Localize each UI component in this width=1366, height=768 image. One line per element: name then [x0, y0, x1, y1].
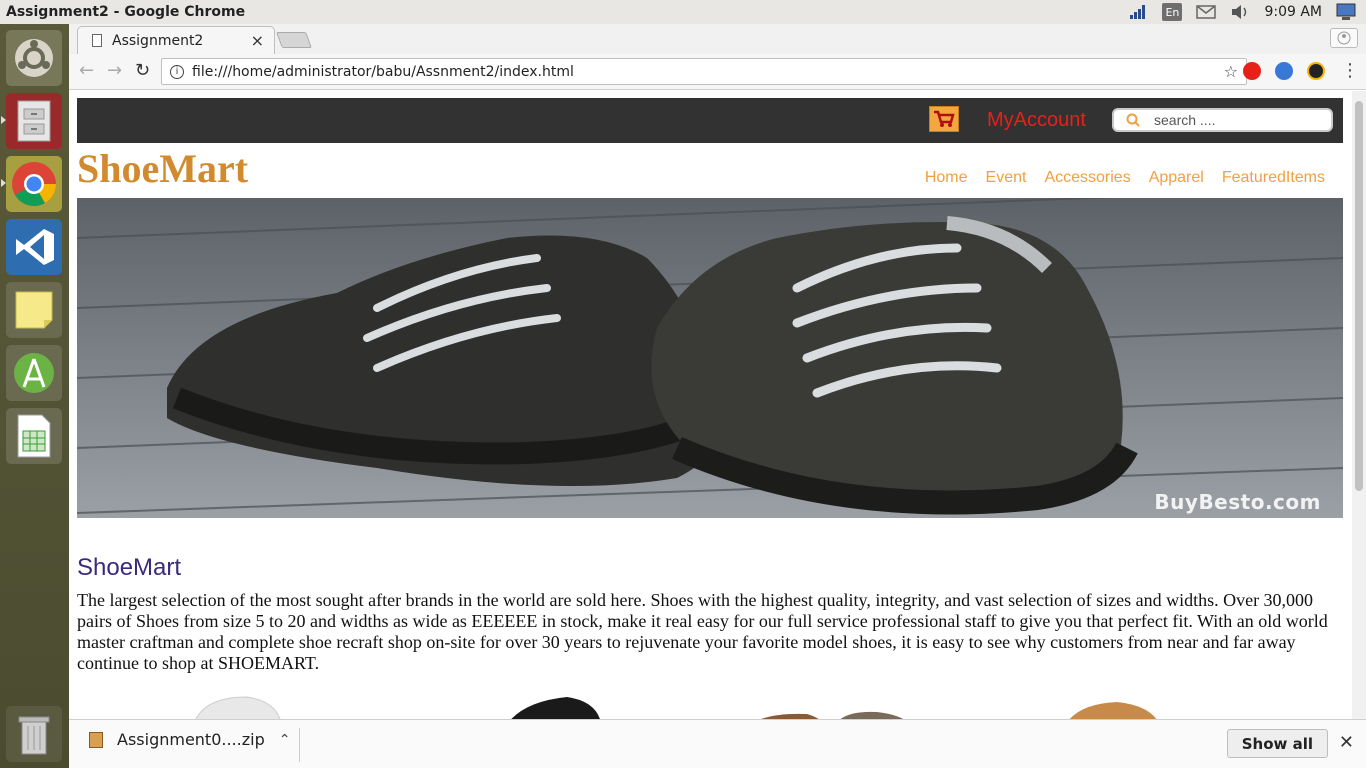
sticky-notes-icon[interactable] — [6, 282, 62, 338]
browser-window: Assignment2 × ← → ↻ i file:///home/admin… — [69, 24, 1366, 768]
cart-icon — [934, 110, 955, 127]
search-input[interactable] — [1154, 112, 1324, 128]
show-all-button[interactable]: Show all — [1226, 729, 1328, 758]
search-box[interactable] — [1112, 108, 1333, 132]
volume-icon[interactable] — [1230, 4, 1250, 20]
cart-button[interactable] — [929, 106, 959, 132]
os-top-bar: Assignment2 - Google Chrome En 9:09 AM — [0, 0, 1366, 24]
dash-home-icon[interactable] — [6, 30, 62, 86]
profile-button[interactable] — [1330, 28, 1358, 48]
tab-strip: Assignment2 × — [69, 24, 1366, 54]
nav-home[interactable]: Home — [925, 169, 968, 187]
tab-assignment2[interactable]: Assignment2 × — [77, 26, 275, 54]
chrome-icon[interactable] — [6, 156, 62, 212]
nav-event[interactable]: Event — [986, 169, 1027, 187]
bookmark-star-icon[interactable]: ☆ — [1224, 62, 1238, 81]
divider — [299, 728, 300, 762]
document-icon — [92, 34, 102, 47]
menu-icon[interactable]: ⋮ — [1341, 60, 1359, 81]
page-viewport: MyAccount ShoeMart Home Event Accessorie… — [69, 91, 1352, 719]
nav-featured-items[interactable]: FeaturedItems — [1222, 169, 1325, 187]
search-extension-icon[interactable] — [1275, 62, 1293, 80]
new-tab-button[interactable] — [276, 32, 312, 48]
clock[interactable]: 9:09 AM — [1264, 4, 1322, 20]
close-tab-icon[interactable]: × — [251, 31, 264, 50]
mail-icon[interactable] — [1196, 4, 1217, 20]
browser-toolbar: ← → ↻ i file:///home/administrator/babu/… — [69, 54, 1366, 90]
hero-watermark: BuyBesto.com — [1154, 490, 1321, 514]
vscode-icon[interactable] — [6, 219, 62, 275]
product-white-shoe[interactable] — [187, 692, 287, 719]
forward-icon[interactable]: → — [107, 60, 122, 81]
launcher — [0, 24, 69, 768]
system-tray: En 9:09 AM — [1128, 3, 1366, 21]
my-account-link[interactable]: MyAccount — [987, 109, 1086, 132]
close-download-bar-icon[interactable]: ✕ — [1339, 732, 1354, 753]
trash-icon[interactable] — [6, 706, 62, 762]
android-studio-icon[interactable] — [6, 345, 62, 401]
url-text[interactable]: file:///home/administrator/babu/Assnment… — [192, 64, 574, 80]
site-logo[interactable]: ShoeMart — [77, 145, 248, 192]
shoemart-page: MyAccount ShoeMart Home Event Accessorie… — [77, 98, 1343, 719]
search-icon — [1126, 113, 1140, 127]
site-info-icon[interactable]: i — [170, 64, 184, 79]
spreadsheet-icon[interactable] — [6, 408, 62, 464]
network-icon[interactable] — [1128, 4, 1148, 20]
section-title: ShoeMart — [77, 554, 182, 581]
scrollbar-thumb[interactable] — [1355, 101, 1363, 491]
download-bar: Assignment0....zip ⌃ Show all ✕ — [69, 719, 1366, 768]
window-title: Assignment2 - Google Chrome — [6, 4, 246, 20]
color-extension-icon[interactable] — [1307, 62, 1325, 80]
site-top-bar: MyAccount — [77, 98, 1343, 143]
address-bar[interactable]: i file:///home/administrator/babu/Assnme… — [161, 58, 1247, 85]
tab-title: Assignment2 — [112, 32, 204, 49]
download-item[interactable]: Assignment0....zip ⌃ — [89, 730, 290, 749]
shoes-photo — [77, 198, 1343, 518]
keyboard-layout-indicator[interactable]: En — [1162, 3, 1183, 21]
hero-image: BuyBesto.com — [77, 198, 1343, 518]
nav-accessories[interactable]: Accessories — [1044, 169, 1130, 187]
about-section: ShoeMart The largest selection of the mo… — [77, 518, 1343, 674]
zip-file-icon — [89, 731, 103, 748]
back-icon[interactable]: ← — [79, 60, 94, 81]
chevron-up-icon[interactable]: ⌃ — [279, 732, 291, 748]
product-brown-shoes[interactable] — [737, 692, 917, 719]
store-description: The largest selection of the most sought… — [77, 590, 1328, 673]
reload-icon[interactable]: ↻ — [135, 60, 150, 81]
download-filename[interactable]: Assignment0....zip — [117, 730, 265, 749]
opera-extension-icon[interactable] — [1243, 62, 1261, 80]
computer-icon[interactable] — [1336, 3, 1356, 20]
brand-row: ShoeMart Home Event Accessories Apparel … — [77, 143, 1343, 198]
product-tan-shoe[interactable] — [1057, 692, 1167, 719]
product-strip — [77, 692, 1343, 719]
files-icon[interactable] — [6, 93, 62, 149]
product-black-shoe[interactable] — [497, 692, 607, 719]
page-scrollbar[interactable] — [1352, 91, 1366, 719]
main-nav: Home Event Accessories Apparel FeaturedI… — [925, 169, 1325, 187]
nav-apparel[interactable]: Apparel — [1149, 169, 1204, 187]
